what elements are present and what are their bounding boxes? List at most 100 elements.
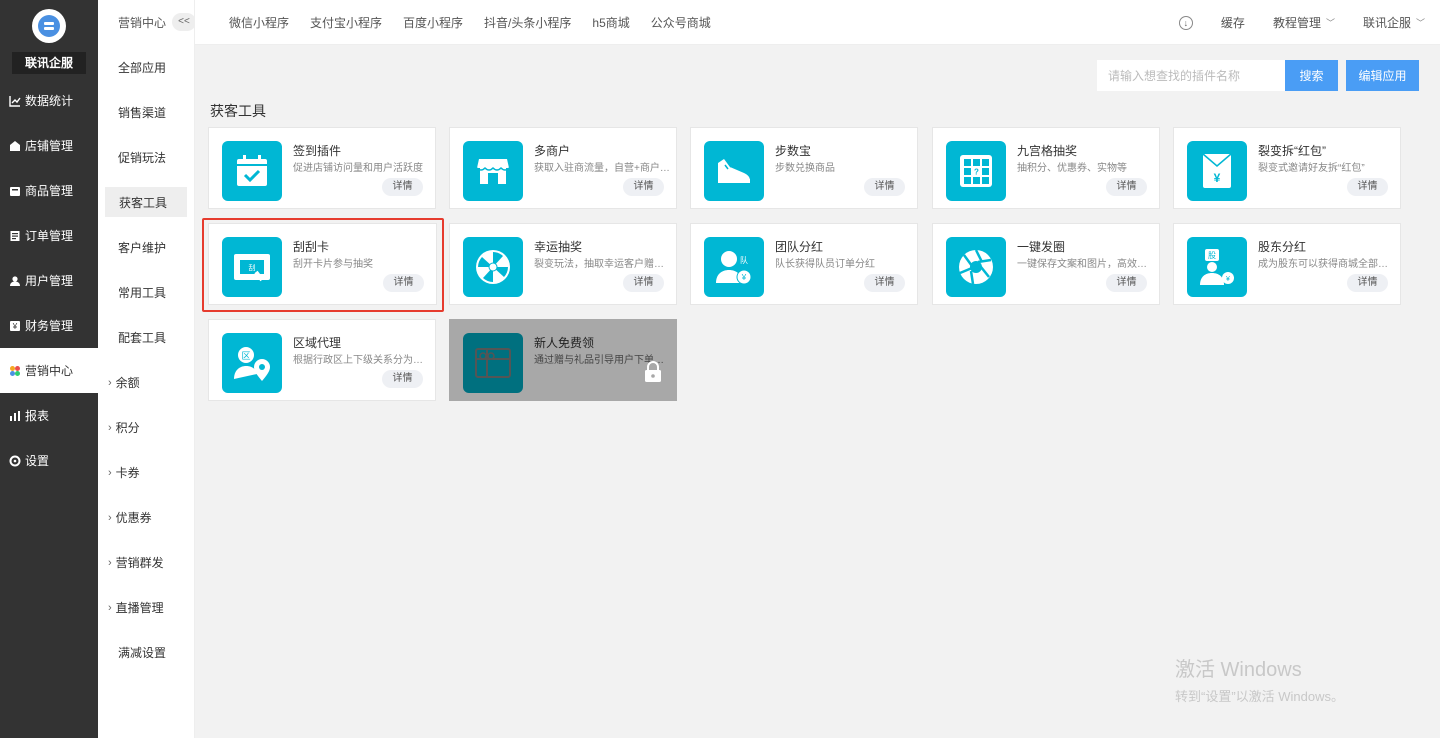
grid-icon: ? xyxy=(946,141,1006,201)
gear-icon xyxy=(9,455,21,467)
platform-tab-4[interactable]: h5商城 xyxy=(592,14,629,31)
sub-menu-item-3[interactable]: 获客工具 xyxy=(105,187,187,217)
chevron-right-icon: › xyxy=(108,601,112,614)
sub-menu-item-9[interactable]: › 卡券 xyxy=(98,450,194,495)
lock-icon xyxy=(644,361,662,386)
menu-item-label: 设置 xyxy=(25,454,50,468)
windows-activation-watermark: 激活 Windows 转到“设置”以激活 Windows。 xyxy=(1175,653,1344,705)
detail-button[interactable]: 详情 xyxy=(864,274,905,292)
sub-menu-item-13[interactable]: 满减设置 xyxy=(98,630,194,675)
platform-tab-2[interactable]: 百度小程序 xyxy=(403,14,463,31)
plugin-description: 根据行政区上下级关系分为省... xyxy=(293,355,431,366)
plugin-card[interactable]: 幸运抽奖 裂变玩法，抽取幸运客户赠送... 详情 xyxy=(449,223,677,305)
svg-text:?: ? xyxy=(974,168,979,177)
order-icon xyxy=(9,230,21,242)
platform-tab-3[interactable]: 抖音/头条小程序 xyxy=(484,14,571,31)
detail-button[interactable]: 详情 xyxy=(1347,274,1388,292)
plugin-card[interactable]: 新人免费领 通过赠与礼品引导用户下单，... xyxy=(449,319,677,401)
logo-area: 联讯企服 xyxy=(0,0,98,78)
platform-tab-5[interactable]: 公众号商城 xyxy=(651,14,711,31)
chevron-down-icon: ﹀ xyxy=(1415,18,1425,28)
plugin-card[interactable]: ? 九宫格抽奖 抽积分、优惠券、实物等 详情 xyxy=(932,127,1160,209)
sub-menu-item-6[interactable]: 配套工具 xyxy=(98,315,194,360)
account-menu[interactable]: 联讯企服 ﹀ xyxy=(1363,14,1425,31)
plugin-title: 团队分红 xyxy=(775,240,824,254)
sub-menu-item-0[interactable]: 全部应用 xyxy=(98,45,194,90)
plugin-card[interactable]: 多商户 获取入驻商流量，自营+商户入... 详情 xyxy=(449,127,677,209)
detail-button[interactable]: 详情 xyxy=(623,178,664,196)
plugin-card[interactable]: 队 ¥ 团队分红 队长获得队员订单分红 详情 xyxy=(690,223,918,305)
tutorial-menu[interactable]: 教程管理 ﹀ xyxy=(1273,14,1335,31)
menu-item-label: 商品管理 xyxy=(25,184,74,198)
plugin-title: 区域代理 xyxy=(293,336,342,350)
plugin-card[interactable]: 区 区域代理 根据行政区上下级关系分为省... 详情 xyxy=(208,319,436,401)
sub-menu-item-2[interactable]: 促销玩法 xyxy=(98,135,194,180)
menu-item-1[interactable]: 店铺管理 xyxy=(0,123,98,168)
user-icon xyxy=(9,275,21,287)
plugin-card[interactable]: 股 ¥ 股东分红 成为股东可以获得商城全部自... 详情 xyxy=(1173,223,1401,305)
chevron-right-icon: › xyxy=(108,466,112,479)
menu-item-label: 数据统计 xyxy=(25,94,74,108)
plugin-card[interactable]: 一键发圈 一键保存文案和图片，高效发... 详情 xyxy=(932,223,1160,305)
sub-menu-item-10[interactable]: › 优惠券 xyxy=(98,495,194,540)
plugin-description: 一键保存文案和图片，高效发... xyxy=(1017,259,1155,270)
plugin-title: 裂变拆“红包” xyxy=(1258,144,1326,158)
detail-button[interactable]: 详情 xyxy=(382,370,423,388)
platform-tab-1[interactable]: 支付宝小程序 xyxy=(310,14,382,31)
plugin-description: 促进店铺访问量和用户活跃度 xyxy=(293,163,423,174)
sub-menu-item-8[interactable]: › 积分 xyxy=(98,405,194,450)
sub-menu-item-12[interactable]: › 直播管理 xyxy=(98,585,194,630)
sub-menu-label: 促销玩法 xyxy=(118,151,167,165)
sub-menu-item-7[interactable]: › 余额 xyxy=(98,360,194,405)
goods-icon xyxy=(9,185,21,197)
plugin-description: 获取入驻商流量，自营+商户入... xyxy=(534,163,672,174)
sub-menu-item-4[interactable]: 客户维护 xyxy=(98,225,194,270)
edit-apps-button[interactable]: 编辑应用 xyxy=(1346,60,1419,91)
detail-button[interactable]: 详情 xyxy=(864,178,905,196)
detail-button[interactable]: 详情 xyxy=(623,274,664,292)
sub-menu-label: 优惠券 xyxy=(115,511,152,525)
detail-button[interactable]: 详情 xyxy=(1106,274,1147,292)
plugin-description: 成为股东可以获得商城全部自... xyxy=(1258,259,1396,270)
cache-label: 缓存 xyxy=(1220,16,1245,30)
menu-item-6[interactable]: 营销中心 xyxy=(0,348,98,393)
plugin-card[interactable]: ¥ 裂变拆“红包” 裂变式邀请好友拆“红包” 详情 xyxy=(1173,127,1401,209)
menu-item-7[interactable]: 报表 xyxy=(0,393,98,438)
detail-button[interactable]: 详情 xyxy=(1347,178,1388,196)
menu-item-3[interactable]: 订单管理 xyxy=(0,213,98,258)
plugin-description: 抽积分、优惠券、实物等 xyxy=(1017,163,1127,174)
collapse-button[interactable]: << xyxy=(172,13,196,31)
sub-menu-item-1[interactable]: 销售渠道 xyxy=(98,90,194,135)
aperture-icon xyxy=(946,237,1006,297)
chevron-right-icon: › xyxy=(108,556,112,569)
menu-item-label: 报表 xyxy=(25,409,50,423)
sub-menu-item-5[interactable]: 常用工具 xyxy=(98,270,194,315)
sub-menu-label: 营销群发 xyxy=(115,556,164,570)
menu-item-8[interactable]: 设置 xyxy=(0,438,98,483)
plugin-search-input[interactable] xyxy=(1097,60,1285,91)
sub-menu-label: 全部应用 xyxy=(118,61,167,75)
plugin-description: 步数兑换商品 xyxy=(775,163,835,174)
menu-item-0[interactable]: 数据统计 xyxy=(0,78,98,123)
search-button[interactable]: 搜索 xyxy=(1285,60,1338,91)
report-icon xyxy=(9,410,21,422)
plugin-card[interactable]: 签到插件 促进店铺访问量和用户活跃度 详情 xyxy=(208,127,436,209)
svg-text:¥: ¥ xyxy=(1214,171,1221,185)
plugin-title: 股东分红 xyxy=(1258,240,1307,254)
main-sidebar: 联讯企服 数据统计店铺管理商品管理订单管理 用户管理 ¥ 财务管理 营销中心报表设置 xyxy=(0,0,98,738)
platform-tab-0[interactable]: 微信小程序 xyxy=(229,14,289,31)
plugin-title: 新人免费领 xyxy=(534,336,595,350)
sub-menu-item-11[interactable]: › 营销群发 xyxy=(98,540,194,585)
menu-item-4[interactable]: 用户管理 xyxy=(0,258,98,303)
plugin-card[interactable]: 步数宝 步数兑换商品 详情 xyxy=(690,127,918,209)
finance-icon: ¥ xyxy=(9,320,21,332)
menu-item-5[interactable]: ¥ 财务管理 xyxy=(0,303,98,348)
sub-menu-label: 满减设置 xyxy=(118,646,167,660)
chevron-right-icon: › xyxy=(108,376,112,389)
download-button[interactable]: ↓ xyxy=(1178,15,1193,30)
detail-button[interactable]: 详情 xyxy=(1106,178,1147,196)
menu-item-2[interactable]: 商品管理 xyxy=(0,168,98,213)
red-envelope-icon: ¥ xyxy=(1187,141,1247,201)
detail-button[interactable]: 详情 xyxy=(382,178,423,196)
cache-button[interactable]: 缓存 xyxy=(1221,14,1245,31)
